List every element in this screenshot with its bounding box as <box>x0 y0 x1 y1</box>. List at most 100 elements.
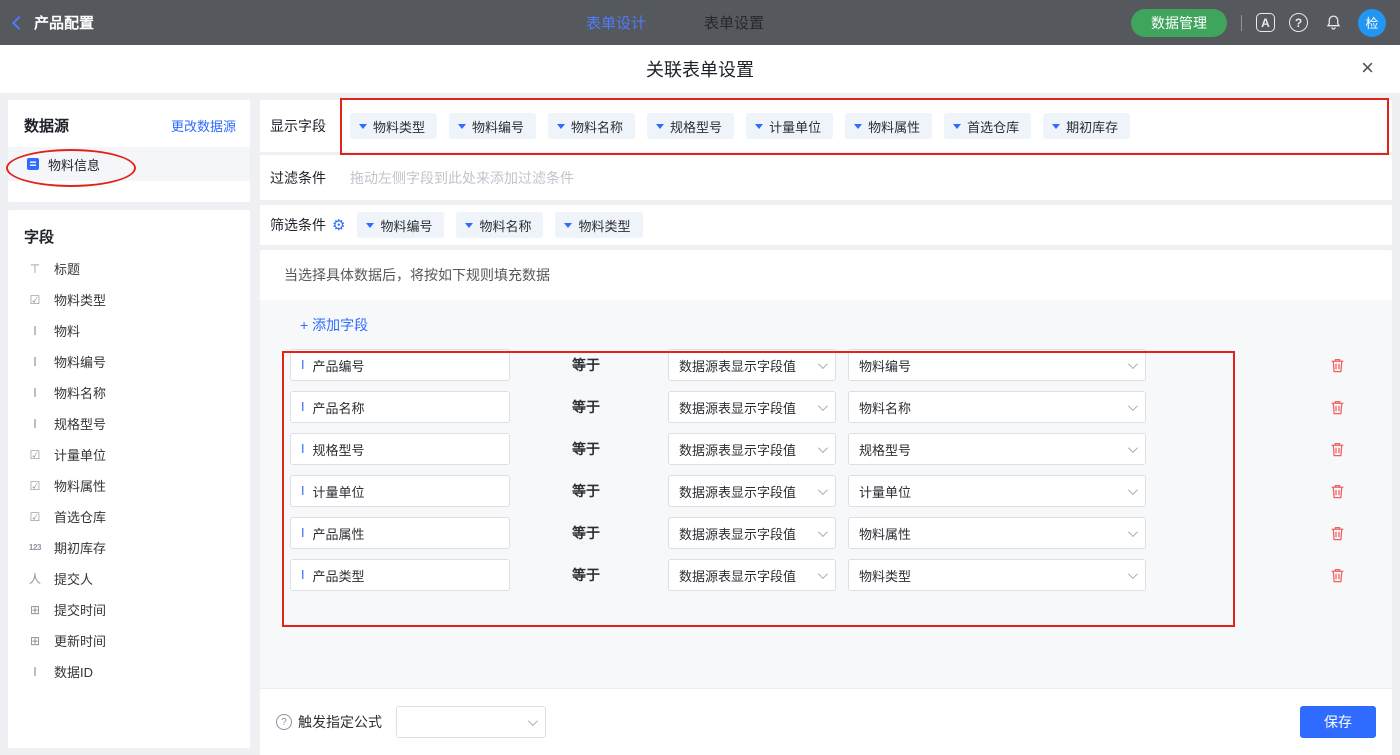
save-button[interactable]: 保存 <box>1300 706 1376 738</box>
change-datasource-link[interactable]: 更改数据源 <box>171 116 236 135</box>
back-icon[interactable] <box>12 15 26 29</box>
delete-row-button[interactable] <box>1327 481 1347 501</box>
rule-source-field-select[interactable]: 物料类型 <box>848 559 1146 591</box>
rule-source-field-select[interactable]: 物料属性 <box>848 517 1146 549</box>
rule-target-input[interactable]: Ⅰ计量单位 <box>290 475 510 507</box>
field-item[interactable]: Ⅰ数据ID <box>8 656 250 687</box>
help-icon[interactable]: ? <box>1289 13 1308 32</box>
display-field-tag[interactable]: 物料类型 <box>350 113 437 139</box>
screening-tag[interactable]: 物料编号 <box>357 212 444 238</box>
delete-row-button[interactable] <box>1327 355 1347 375</box>
field-item[interactable]: Ⅰ物料编号 <box>8 346 250 377</box>
field-item[interactable]: ⊞提交时间 <box>8 594 250 625</box>
rule-target-input[interactable]: Ⅰ产品编号 <box>290 349 510 381</box>
rule-hint-text: 当选择具体数据后，将按如下规则填充数据 <box>284 265 550 285</box>
rule-target-input[interactable]: Ⅰ产品类型 <box>290 559 510 591</box>
screening-tag[interactable]: 物料类型 <box>555 212 642 238</box>
field-item[interactable]: 123期初库存 <box>8 532 250 563</box>
caret-down-icon <box>458 124 466 129</box>
equals-label: 等于 <box>572 439 668 459</box>
input-field-icon: Ⅰ <box>301 568 305 582</box>
rule-source-type-select[interactable]: 数据源表显示字段值 <box>668 391 836 423</box>
field-type-icon: Ⅰ <box>26 417 44 431</box>
delete-row-button[interactable] <box>1327 565 1347 585</box>
notifications-icon[interactable] <box>1322 12 1344 34</box>
field-item[interactable]: ☑物料类型 <box>8 284 250 315</box>
rule-target-input[interactable]: Ⅰ产品名称 <box>290 391 510 423</box>
rule-source-type-select[interactable]: 数据源表显示字段值 <box>668 475 836 507</box>
select-value: 数据源表显示字段值 <box>679 440 796 459</box>
display-field-tag[interactable]: 物料名称 <box>548 113 635 139</box>
delete-row-button[interactable] <box>1327 523 1347 543</box>
chevron-down-icon <box>528 716 538 726</box>
help-circle-icon[interactable]: ? <box>276 714 292 730</box>
display-field-tag[interactable]: 规格型号 <box>647 113 734 139</box>
select-value: 计量单位 <box>859 482 911 501</box>
close-icon[interactable]: × <box>1361 57 1374 79</box>
chevron-down-icon <box>818 359 828 369</box>
field-item[interactable]: ⊤标题 <box>8 253 250 284</box>
chevron-down-icon <box>1128 527 1138 537</box>
tag-label: 物料名称 <box>479 216 531 235</box>
input-field-icon: Ⅰ <box>301 358 305 372</box>
field-item[interactable]: Ⅰ物料 <box>8 315 250 346</box>
trash-icon <box>1329 483 1346 500</box>
field-type-icon: ☑ <box>26 448 44 462</box>
chevron-down-icon <box>1128 485 1138 495</box>
rule-source-type-select[interactable]: 数据源表显示字段值 <box>668 433 836 465</box>
add-field-link[interactable]: + 添加字段 <box>300 315 368 335</box>
tab-form-design[interactable]: 表单设计 <box>586 12 646 33</box>
field-item[interactable]: ☑计量单位 <box>8 439 250 470</box>
filter-condition-label: 过滤条件 <box>270 168 350 188</box>
field-type-icon: ☑ <box>26 510 44 524</box>
field-item[interactable]: ⊞更新时间 <box>8 625 250 656</box>
data-manage-button[interactable]: 数据管理 <box>1131 9 1227 37</box>
rules-area: + 添加字段 Ⅰ产品编号 等于 数据源表显示字段值 物料编号 Ⅰ产品名称 等于 … <box>260 300 1392 688</box>
tab-form-settings[interactable]: 表单设置 <box>704 12 764 33</box>
field-item[interactable]: Ⅰ规格型号 <box>8 408 250 439</box>
field-item[interactable]: ☑物料属性 <box>8 470 250 501</box>
field-type-icon: 人 <box>26 570 44 587</box>
select-value: 物料名称 <box>859 398 911 417</box>
rule-source-field-select[interactable]: 计量单位 <box>848 475 1146 507</box>
field-item[interactable]: Ⅰ物料名称 <box>8 377 250 408</box>
caret-down-icon <box>755 124 763 129</box>
select-value: 物料编号 <box>859 356 911 375</box>
filter-condition-row[interactable]: 过滤条件 拖动左侧字段到此处来添加过滤条件 <box>260 155 1392 200</box>
screen: 产品配置 表单设计 表单设置 数据管理 A ? 检 关联表单设置 × 数据源 <box>0 0 1400 755</box>
rule-source-type-select[interactable]: 数据源表显示字段值 <box>668 559 836 591</box>
field-item[interactable]: 人提交人 <box>8 563 250 594</box>
display-field-tag[interactable]: 物料编号 <box>449 113 536 139</box>
field-item-label: 数据ID <box>54 662 93 681</box>
trigger-formula-label: 触发指定公式 <box>298 712 382 732</box>
input-field-icon: Ⅰ <box>301 526 305 540</box>
rule-source-type-select[interactable]: 数据源表显示字段值 <box>668 349 836 381</box>
display-field-tag[interactable]: 首选仓库 <box>944 113 1031 139</box>
rule-row: Ⅰ产品编号 等于 数据源表显示字段值 物料编号 <box>260 344 1392 386</box>
rule-target-input[interactable]: Ⅰ规格型号 <box>290 433 510 465</box>
rule-target-input[interactable]: Ⅰ产品属性 <box>290 517 510 549</box>
delete-row-button[interactable] <box>1327 397 1347 417</box>
screening-tag[interactable]: 物料名称 <box>456 212 543 238</box>
screening-tags: 物料编号 物料名称 物料类型 <box>357 212 642 238</box>
input-field-icon: Ⅰ <box>301 400 305 414</box>
field-item[interactable]: ☑首选仓库 <box>8 501 250 532</box>
rule-source-field-select[interactable]: 规格型号 <box>848 433 1146 465</box>
language-icon[interactable]: A <box>1256 13 1275 32</box>
rule-source-type-select[interactable]: 数据源表显示字段值 <box>668 517 836 549</box>
gear-icon[interactable]: ⚙ <box>332 216 345 234</box>
display-field-tag[interactable]: 计量单位 <box>746 113 833 139</box>
field-item-label: 标题 <box>54 259 80 278</box>
datasource-item-label: 物料信息 <box>48 155 100 174</box>
avatar[interactable]: 检 <box>1358 9 1386 37</box>
delete-row-button[interactable] <box>1327 439 1347 459</box>
datasource-item[interactable]: 物料信息 <box>8 147 250 181</box>
rule-source-field-select[interactable]: 物料名称 <box>848 391 1146 423</box>
trigger-formula-select[interactable] <box>396 706 546 738</box>
screening-condition-label: 筛选条件 <box>270 215 326 235</box>
field-type-icon: Ⅰ <box>26 386 44 400</box>
rule-source-field-select[interactable]: 物料编号 <box>848 349 1146 381</box>
display-field-tag[interactable]: 物料属性 <box>845 113 932 139</box>
display-field-tag[interactable]: 期初库存 <box>1043 113 1130 139</box>
chevron-down-icon <box>1128 359 1138 369</box>
